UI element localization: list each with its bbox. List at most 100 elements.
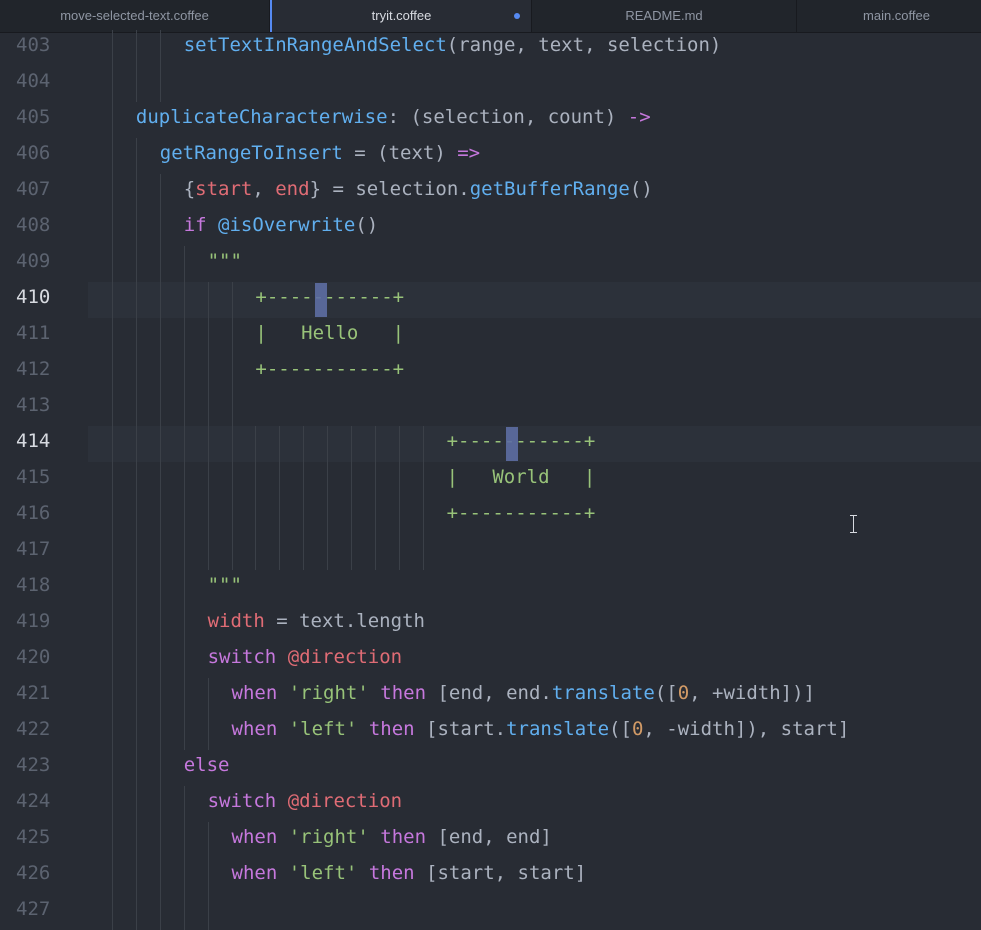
indent-guide — [374, 426, 376, 462]
line-number-gutter[interactable]: 403 404 405 406 407 408 409 410 411 412 413 414 415 4… — [0, 30, 88, 920]
indent-guide — [112, 174, 113, 210]
indent-guide — [159, 354, 161, 390]
code-line[interactable]: {start, end} = selection.getBufferRange(… — [184, 174, 653, 210]
indent-guide — [159, 498, 161, 534]
indent-guide — [183, 390, 185, 426]
line-number[interactable]: 409 — [0, 246, 70, 282]
line-number[interactable]: 410 — [0, 282, 70, 318]
editor[interactable]: 403 404 405 406 407 408 409 410 411 412 413 414 415 4… — [0, 30, 981, 930]
code-token: [start, start] — [414, 862, 587, 884]
code-line[interactable]: +-----------+ — [255, 354, 404, 390]
code-token: if — [183, 214, 207, 236]
line-number[interactable]: 423 — [0, 750, 70, 786]
indent-guide — [159, 390, 161, 426]
line-number[interactable]: 419 — [0, 606, 70, 642]
line-number[interactable]: 411 — [0, 318, 70, 354]
code-token: @direction — [287, 790, 403, 812]
indent-guide — [303, 462, 305, 498]
indent-guide — [183, 570, 185, 606]
indent-guide — [398, 534, 400, 570]
code-line[interactable]: switch @direction — [208, 786, 402, 822]
indent-guide — [112, 786, 113, 822]
code-line[interactable]: when 'right' then [end, end.translate([0… — [232, 678, 816, 714]
code-line[interactable]: when 'left' then [start.translate([0, -w… — [232, 714, 850, 750]
indent-guide — [231, 318, 233, 354]
code-line[interactable]: +-----------+ — [447, 498, 596, 534]
indent-guide — [183, 642, 185, 678]
line-number[interactable]: 403 — [0, 30, 70, 66]
code-line[interactable]: when 'right' then [end, end] — [232, 822, 552, 858]
code-line[interactable]: switch @direction — [208, 642, 402, 678]
line-number[interactable]: 427 — [0, 894, 70, 930]
code-line[interactable]: | Hello | — [255, 318, 404, 354]
code-line[interactable]: when 'left' then [start, start] — [232, 858, 587, 894]
indent-guide — [159, 750, 161, 786]
code-token: +-----------+ — [255, 358, 405, 380]
indent-guide — [207, 822, 209, 858]
code-line[interactable]: if @isOverwrite() — [184, 210, 379, 246]
indent-guide — [159, 642, 161, 678]
indent-guide — [112, 318, 113, 354]
code-line[interactable]: setTextInRangeAndSelect(range, text, sel… — [184, 30, 722, 66]
code-token: +-----------+ — [446, 430, 596, 452]
line-number[interactable]: 407 — [0, 174, 70, 210]
indent-guide — [135, 606, 137, 642]
code-line[interactable]: width = text.length — [208, 606, 425, 642]
line-number[interactable]: 408 — [0, 210, 70, 246]
code-token: when — [231, 682, 278, 704]
code-line[interactable]: +-----------+ — [447, 426, 596, 462]
code-line[interactable]: +-----------+ — [255, 282, 404, 318]
code-token: when — [231, 718, 278, 740]
code-token: 0 — [631, 718, 644, 740]
line-number[interactable]: 414 — [0, 426, 70, 462]
code-token: then — [368, 718, 415, 740]
line-number[interactable]: 412 — [0, 354, 70, 390]
indent-guide — [255, 462, 257, 498]
indent-guide — [112, 858, 113, 894]
line-number[interactable]: 420 — [0, 642, 70, 678]
indent-guide — [231, 462, 233, 498]
tab-readme[interactable]: README.md — [532, 0, 797, 32]
code-area[interactable]: setTextInRangeAndSelect(range, text, sel… — [88, 30, 981, 930]
indent-guide — [112, 606, 113, 642]
code-token: getBufferRange — [469, 178, 630, 200]
line-number[interactable]: 424 — [0, 786, 70, 822]
code-line[interactable]: """ — [208, 246, 242, 282]
code-token: , — [252, 178, 276, 200]
line-number[interactable]: 426 — [0, 858, 70, 894]
indent-guide — [112, 498, 113, 534]
line-number[interactable]: 404 — [0, 66, 70, 102]
code-token: then — [368, 862, 415, 884]
code-line[interactable]: else — [184, 750, 230, 786]
line-number[interactable]: 418 — [0, 570, 70, 606]
line-number[interactable]: 413 — [0, 390, 70, 426]
tab-move-selected-text[interactable]: move-selected-text.coffee — [0, 0, 270, 32]
code-token: translate — [551, 682, 655, 704]
indent-guide — [374, 534, 376, 570]
code-line[interactable]: duplicateCharacterwise: (selection, coun… — [136, 102, 651, 138]
code-line[interactable]: getRangeToInsert = (text) => — [160, 138, 480, 174]
indent-guide — [183, 714, 185, 750]
indent-guide — [112, 714, 113, 750]
code-token: : (selection, count) — [387, 106, 628, 128]
tab-tryit[interactable]: tryit.coffee — [270, 0, 532, 32]
line-number[interactable]: 405 — [0, 102, 70, 138]
line-number[interactable]: 406 — [0, 138, 70, 174]
line-number[interactable]: 422 — [0, 714, 70, 750]
line-number[interactable]: 425 — [0, 822, 70, 858]
line-number[interactable]: 421 — [0, 678, 70, 714]
code-token: translate — [506, 718, 610, 740]
tab-main[interactable]: main.coffee — [797, 0, 981, 32]
code-token: 'left' — [288, 718, 358, 740]
code-line[interactable]: | World | — [447, 462, 596, 498]
line-number[interactable]: 415 — [0, 462, 70, 498]
line-number[interactable]: 416 — [0, 498, 70, 534]
indent-guide — [207, 858, 209, 894]
code-token: , -width]), start] — [643, 718, 850, 740]
indent-guide — [255, 498, 257, 534]
indent-guide — [112, 750, 113, 786]
code-line[interactable]: """ — [208, 570, 242, 606]
line-number[interactable]: 417 — [0, 534, 70, 570]
